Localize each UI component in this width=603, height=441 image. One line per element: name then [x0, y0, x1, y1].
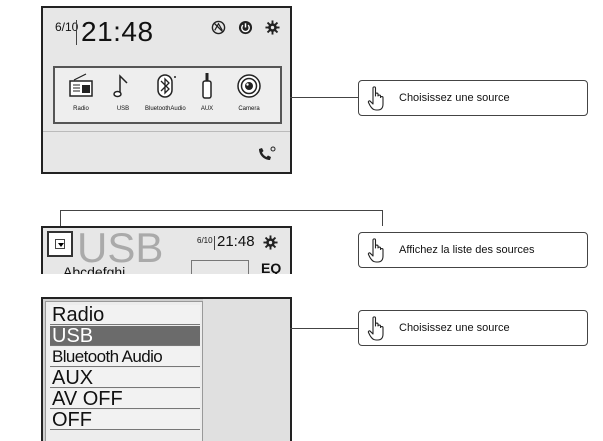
clock-display: 21:48 [81, 16, 154, 47]
usb-screen: USB Abcdefghi 6/10 21:48 EQ [41, 226, 292, 274]
list-item-radio[interactable]: Radio [50, 305, 200, 325]
source-label: BluetoothAudio [145, 106, 186, 112]
hand-pointer-icon [367, 86, 384, 111]
artist-name: Abcdefghi [63, 264, 126, 274]
phone-icon[interactable] [256, 145, 276, 163]
list-item-av-off[interactable]: AV OFF [50, 389, 200, 409]
gear-icon[interactable] [263, 235, 278, 250]
source-usb[interactable]: USB [103, 72, 143, 112]
callout-choose-source: Choisissez une source [358, 80, 588, 116]
gear-icon[interactable] [265, 20, 280, 35]
date-display: 6/10 [197, 236, 213, 245]
source-aux[interactable]: AUX [187, 72, 227, 112]
status-icons [211, 20, 280, 35]
source-strip: Radio USB BluetoothAudio AUX Camera [53, 66, 282, 124]
camera-icon [237, 74, 261, 98]
clock-display: 21:48 [217, 233, 255, 250]
source-label: Camera [238, 106, 260, 112]
divider [43, 131, 290, 132]
aux-jack-icon [202, 73, 212, 99]
source-label: Radio [73, 106, 89, 112]
date-display: 6/10 [55, 20, 79, 34]
list-item-usb[interactable]: USB [50, 326, 200, 346]
source-list: Radio USB Bluetooth Audio AUX AV OFF OFF [45, 301, 203, 441]
source-label: USB [116, 106, 130, 112]
hand-pointer-icon [367, 238, 384, 263]
list-item-bluetooth-audio[interactable]: Bluetooth Audio [50, 347, 200, 367]
chevron-down-icon [58, 243, 64, 247]
source-list-screen: Radio USB Bluetooth Audio AUX AV OFF OFF [41, 297, 292, 441]
callout-choose-source: Choisissez une source [358, 310, 588, 346]
power-icon[interactable] [238, 20, 253, 35]
callout-text: Choisissez une source [399, 92, 510, 104]
callout-show-source-list: Affichez la liste des sources [358, 232, 588, 268]
source-camera[interactable]: Camera [229, 72, 269, 112]
date-time-divider [214, 236, 215, 250]
eq-label[interactable]: EQ [261, 260, 281, 274]
album-art [191, 260, 249, 274]
source-radio[interactable]: Radio [61, 72, 101, 112]
callout-connector [290, 328, 358, 329]
list-item-aux[interactable]: AUX [50, 368, 200, 388]
callout-text: Affichez la liste des sources [399, 244, 535, 256]
source-bluetooth-audio[interactable]: BluetoothAudio [145, 72, 186, 112]
list-item-off[interactable]: OFF [50, 410, 200, 430]
callout-text: Choisissez une source [399, 322, 510, 334]
no-signal-icon [211, 20, 226, 35]
bracket-connector [60, 210, 383, 226]
source-label: AUX [200, 106, 214, 112]
hand-pointer-icon [367, 316, 384, 341]
source-list-button[interactable] [47, 231, 73, 257]
radio-icon [69, 73, 93, 97]
home-screen: 6/10 21:48 Radio USB BluetoothAudio AUX … [41, 6, 292, 174]
music-note-icon [113, 74, 128, 98]
bluetooth-icon [157, 74, 176, 98]
callout-connector [290, 97, 358, 98]
date-time-divider [76, 20, 77, 45]
